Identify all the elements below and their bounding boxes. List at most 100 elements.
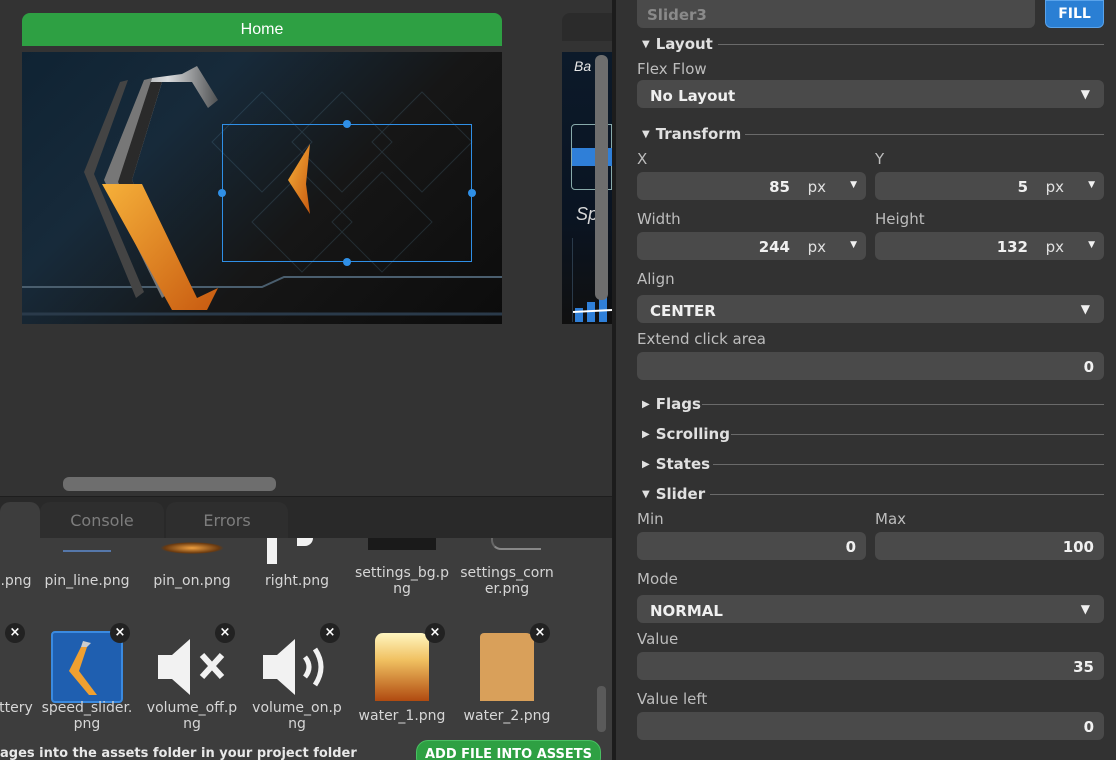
asset-name: volume_on.p ng — [252, 700, 342, 732]
section-title: Layout — [655, 35, 713, 53]
unit-dropdown-icon[interactable]: ▼ — [1088, 240, 1095, 250]
asset-thumbnail — [160, 542, 224, 554]
asset-thumbnail — [368, 538, 436, 550]
y-value: 5 — [1017, 178, 1028, 196]
extend-click-area-input[interactable]: 0 — [637, 352, 1104, 380]
remove-asset-icon[interactable]: × — [320, 623, 340, 643]
collapsed-triangle-icon: ▶ — [642, 398, 650, 410]
unit-dropdown-icon[interactable]: ▼ — [850, 240, 857, 250]
section-states[interactable]: ▶ States — [642, 454, 710, 474]
resize-handle-right[interactable] — [468, 189, 476, 197]
tab-assets[interactable] — [0, 502, 40, 539]
selection-box[interactable] — [222, 124, 472, 262]
remove-asset-icon[interactable]: × — [215, 623, 235, 643]
dropdown-arrow-icon: ▼ — [1080, 302, 1090, 316]
expanded-triangle-icon: ▼ — [642, 38, 650, 50]
width-label: Width — [637, 210, 681, 228]
min-value: 0 — [845, 538, 856, 556]
max-input[interactable]: 100 — [875, 532, 1104, 560]
resize-handle-left[interactable] — [218, 189, 226, 197]
asset-item[interactable]: pin_line.png — [35, 538, 139, 618]
height-value: 132 — [996, 238, 1028, 256]
height-input[interactable]: 132 px ▼ — [875, 232, 1104, 260]
screen-second-title[interactable] — [562, 13, 612, 41]
mode-dropdown[interactable]: NORMAL ▼ — [637, 595, 1104, 623]
assets-hint: ages into the assets folder in your proj… — [0, 746, 357, 760]
tab-console[interactable]: Console — [40, 502, 164, 539]
value-left-label: Value left — [637, 690, 708, 708]
resize-handle-bottom[interactable] — [343, 258, 351, 266]
canvas-horizontal-scrollbar[interactable] — [63, 477, 276, 491]
asset-item[interactable]: right.png — [245, 538, 349, 618]
asset-item[interactable]: × water_2.png — [455, 623, 559, 733]
remove-asset-icon[interactable]: × — [5, 623, 25, 643]
dropdown-value: CENTER — [650, 302, 716, 320]
asset-thumbnail — [297, 538, 313, 546]
fill-button[interactable]: FILL — [1045, 0, 1104, 28]
remove-asset-icon[interactable]: × — [425, 623, 445, 643]
speaker-on-icon — [261, 637, 333, 701]
assets-scrollbar[interactable] — [597, 686, 606, 732]
value-input[interactable]: 35 — [637, 652, 1104, 680]
width-input[interactable]: 244 px ▼ — [637, 232, 866, 260]
design-canvas[interactable]: Home Ba Sp — [0, 0, 612, 496]
asset-item[interactable]: × water_1.png — [350, 623, 454, 733]
value-left-input[interactable]: 0 — [637, 712, 1104, 740]
section-layout[interactable]: ▼ Layout — [642, 34, 713, 54]
collapsed-triangle-icon: ▶ — [642, 458, 650, 470]
dropdown-arrow-icon: ▼ — [1080, 602, 1090, 616]
screen-second-text: Ba — [574, 58, 592, 74]
asset-name: water_1.png — [358, 708, 446, 724]
asset-item[interactable]: × volume_on.p ng — [245, 623, 349, 733]
tab-errors[interactable]: Errors — [166, 502, 288, 539]
align-label: Align — [637, 270, 675, 288]
align-dropdown[interactable]: CENTER ▼ — [637, 295, 1104, 323]
canvas-vertical-scrollbar[interactable] — [595, 55, 608, 300]
x-input[interactable]: 85 px ▼ — [637, 172, 866, 200]
section-scrolling[interactable]: ▶ Scrolling — [642, 424, 730, 444]
section-title: States — [655, 455, 711, 473]
min-label: Min — [637, 510, 664, 528]
bottom-panel-tabs: Console Errors — [0, 496, 612, 539]
widget-name-input[interactable]: Slider3 — [637, 0, 1035, 28]
section-divider — [710, 494, 1104, 495]
flex-flow-label: Flex Flow — [637, 60, 707, 78]
asset-item[interactable]: × speed_slider. png — [35, 623, 139, 733]
screen-home[interactable]: Home — [22, 13, 502, 324]
asset-name: right.png — [265, 573, 329, 589]
asset-thumbnail — [63, 550, 111, 552]
max-value: 100 — [1062, 538, 1094, 556]
asset-item[interactable]: × volume_off.p ng — [140, 623, 244, 733]
resize-handle-top[interactable] — [343, 120, 351, 128]
min-input[interactable]: 0 — [637, 532, 866, 560]
extend-click-area-label: Extend click area — [637, 330, 766, 348]
y-input[interactable]: 5 px ▼ — [875, 172, 1104, 200]
remove-asset-icon[interactable]: × — [530, 623, 550, 643]
section-transform[interactable]: ▼ Transform — [642, 124, 741, 144]
section-flags[interactable]: ▶ Flags — [642, 394, 701, 414]
asset-item[interactable]: settings_corn er.png — [455, 538, 559, 618]
collapsed-triangle-icon: ▶ — [642, 428, 650, 440]
assets-footer: ages into the assets folder in your proj… — [0, 738, 612, 760]
screen-title[interactable]: Home — [22, 13, 502, 46]
flex-flow-dropdown[interactable]: No Layout ▼ — [637, 80, 1104, 108]
unit-dropdown-icon[interactable]: ▼ — [850, 180, 857, 190]
speaker-off-icon — [156, 637, 228, 701]
value-label: Value — [637, 630, 679, 648]
dropdown-value: No Layout — [650, 87, 736, 105]
dropdown-value: NORMAL — [650, 602, 723, 620]
expanded-triangle-icon: ▼ — [642, 128, 650, 140]
asset-name: pin_on.png — [153, 573, 231, 589]
value-left-value: 0 — [1083, 718, 1094, 736]
unit-dropdown-icon[interactable]: ▼ — [1088, 180, 1095, 190]
properties-panel: Slider3 FILL ▼ Layout Flex Flow No Layou… — [616, 0, 1116, 760]
add-file-button[interactable]: ADD FILE INTO ASSETS — [416, 740, 601, 760]
section-slider[interactable]: ▼ Slider — [642, 484, 705, 504]
width-value: 244 — [758, 238, 790, 256]
asset-name: speed_slider. png — [41, 700, 133, 732]
asset-name: settings_bg.p ng — [355, 565, 449, 597]
section-title: Slider — [655, 485, 706, 503]
asset-item[interactable]: pin_on.png — [140, 538, 244, 618]
remove-asset-icon[interactable]: × — [110, 623, 130, 643]
asset-item[interactable]: settings_bg.p ng — [350, 538, 454, 618]
